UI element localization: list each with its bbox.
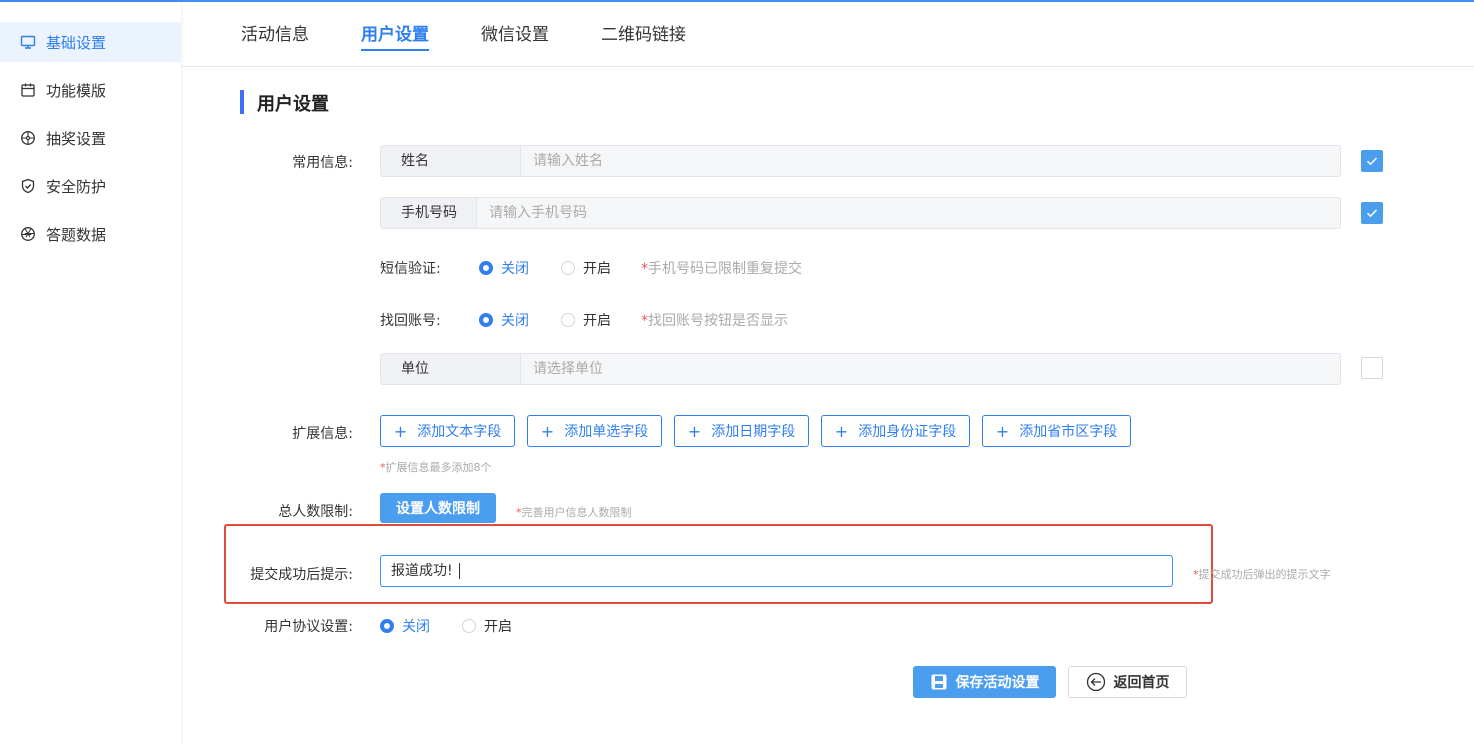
- text-caret: [458, 563, 460, 579]
- sidebar-item-label: 基础设置: [46, 33, 107, 52]
- total-limit-label: 总人数限制:: [278, 504, 353, 520]
- recover-account-on-radio[interactable]: 开启: [561, 310, 611, 330]
- radio-label: 开启: [583, 261, 611, 277]
- hint-text: 完善用户信息人数限制: [521, 506, 632, 519]
- save-icon: [931, 674, 946, 690]
- extended-info-hint: *扩展信息最多添加8个: [380, 459, 492, 475]
- hint-text: 找回账号按钮是否显示: [648, 313, 788, 329]
- sms-verify-hint: *手机号码已限制重复提交: [641, 258, 802, 278]
- radio-label: 关闭: [501, 313, 529, 329]
- calendar-icon: [20, 82, 36, 98]
- success-tip-input[interactable]: 报道成功!: [380, 555, 1173, 587]
- hint-text: 提交成功后弹出的提示文字: [1198, 568, 1331, 581]
- name-field[interactable]: 姓名 请输入姓名: [380, 145, 1341, 177]
- phone-field-tag: 手机号码: [381, 198, 477, 228]
- unit-field[interactable]: 单位 请选择单位: [380, 353, 1341, 385]
- success-tip-label: 提交成功后提示:: [250, 567, 353, 583]
- sidebar-item-security[interactable]: 安全防护: [0, 166, 181, 206]
- recover-account-hint: *找回账号按钮是否显示: [641, 310, 788, 330]
- sms-verify-off-radio[interactable]: 关闭: [479, 258, 529, 278]
- button-label: 添加身份证字段: [858, 424, 957, 440]
- sidebar-item-label: 答题数据: [46, 225, 107, 244]
- shield-icon: [20, 178, 36, 194]
- sidebar-item-label: 抽奖设置: [46, 129, 107, 148]
- sidebar-item-label: 安全防护: [46, 177, 107, 196]
- radio-dot: [561, 261, 575, 275]
- phone-field-placeholder: 请输入手机号码: [489, 205, 587, 221]
- button-label: 添加省市区字段: [1019, 424, 1118, 440]
- back-arrow-icon: [1086, 672, 1105, 692]
- set-limit-button[interactable]: 设置人数限制: [380, 493, 496, 523]
- add-date-field-button[interactable]: + 添加日期字段: [674, 415, 809, 447]
- save-activity-button[interactable]: 保存活动设置: [913, 666, 1056, 698]
- sidebar: 基础设置 功能模版 抽奖设置 安全防护 答题数据: [0, 2, 181, 745]
- radio-label: 开启: [484, 619, 512, 635]
- plus-icon: +: [687, 421, 702, 441]
- agreement-label: 用户协议设置:: [264, 619, 353, 635]
- add-radio-field-button[interactable]: + 添加单选字段: [527, 415, 662, 447]
- radio-dot: [479, 261, 493, 275]
- tab-user-settings[interactable]: 用户设置: [361, 20, 429, 51]
- tab-activity-info[interactable]: 活动信息: [241, 20, 309, 50]
- name-field-checkbox[interactable]: [1361, 150, 1383, 172]
- success-tip-value: 报道成功!: [391, 563, 453, 579]
- check-icon: [1366, 209, 1378, 218]
- required-star: *: [641, 313, 648, 329]
- hint-text: 扩展信息最多添加8个: [385, 461, 492, 474]
- radio-label: 关闭: [501, 261, 529, 277]
- common-info-label: 常用信息:: [292, 155, 353, 171]
- sidebar-item-function-template[interactable]: 功能模版: [0, 70, 181, 110]
- sms-verify-on-radio[interactable]: 开启: [561, 258, 611, 278]
- radio-dot: [462, 619, 476, 633]
- button-label: 添加单选字段: [564, 424, 649, 440]
- recover-account-label: 找回账号:: [380, 313, 441, 329]
- section-title-bar: [240, 90, 244, 114]
- sidebar-item-answer-data[interactable]: 答题数据: [0, 214, 181, 254]
- unit-field-placeholder: 请选择单位: [533, 361, 603, 377]
- radio-dot: [380, 619, 394, 633]
- agreement-off-radio[interactable]: 关闭: [380, 616, 430, 636]
- aperture-icon: [20, 226, 36, 242]
- button-label: 添加日期字段: [711, 424, 796, 440]
- unit-field-checkbox[interactable]: [1361, 357, 1383, 379]
- radio-dot: [479, 313, 493, 327]
- phone-field[interactable]: 手机号码 请输入手机号码: [380, 197, 1341, 229]
- recover-account-off-radio[interactable]: 关闭: [479, 310, 529, 330]
- agreement-on-radio[interactable]: 开启: [462, 616, 512, 636]
- unit-field-tag: 单位: [381, 354, 521, 384]
- plus-icon: +: [393, 421, 408, 441]
- extended-info-label: 扩展信息:: [292, 426, 353, 442]
- name-field-placeholder: 请输入姓名: [533, 153, 603, 169]
- radio-label: 关闭: [402, 619, 430, 635]
- button-label: 保存活动设置: [955, 675, 1040, 691]
- plus-icon: +: [540, 421, 555, 441]
- required-star: *: [641, 261, 648, 277]
- add-id-card-field-button[interactable]: + 添加身份证字段: [821, 415, 970, 447]
- monitor-icon: [20, 34, 36, 50]
- sidebar-item-lottery-settings[interactable]: 抽奖设置: [0, 118, 181, 158]
- button-label: 添加文本字段: [417, 424, 502, 440]
- hint-text: 手机号码已限制重复提交: [648, 261, 802, 277]
- radio-label: 开启: [583, 313, 611, 329]
- success-tip-hint: *提交成功后弹出的提示文字: [1193, 566, 1331, 582]
- tab-qrcode-link[interactable]: 二维码链接: [601, 20, 686, 50]
- add-region-field-button[interactable]: + 添加省市区字段: [982, 415, 1131, 447]
- phone-field-checkbox[interactable]: [1361, 202, 1383, 224]
- total-limit-hint: *完善用户信息人数限制: [516, 504, 632, 520]
- radio-dot: [561, 313, 575, 327]
- button-label: 返回首页: [1113, 675, 1170, 691]
- check-icon: [1366, 157, 1378, 166]
- plus-icon: +: [834, 421, 849, 441]
- section-title: 用户设置: [257, 94, 329, 115]
- add-text-field-button[interactable]: + 添加文本字段: [380, 415, 515, 447]
- back-home-button[interactable]: 返回首页: [1068, 666, 1187, 698]
- plus-icon: +: [995, 421, 1010, 441]
- tab-bar: 活动信息 用户设置 微信设置 二维码链接: [181, 2, 1474, 67]
- lottery-wheel-icon: [20, 130, 36, 146]
- name-field-tag: 姓名: [381, 146, 521, 176]
- sidebar-item-label: 功能模版: [46, 81, 107, 100]
- sms-verify-label: 短信验证:: [380, 261, 441, 277]
- sidebar-item-basic-settings[interactable]: 基础设置: [0, 22, 181, 62]
- tab-wechat-settings[interactable]: 微信设置: [481, 20, 549, 50]
